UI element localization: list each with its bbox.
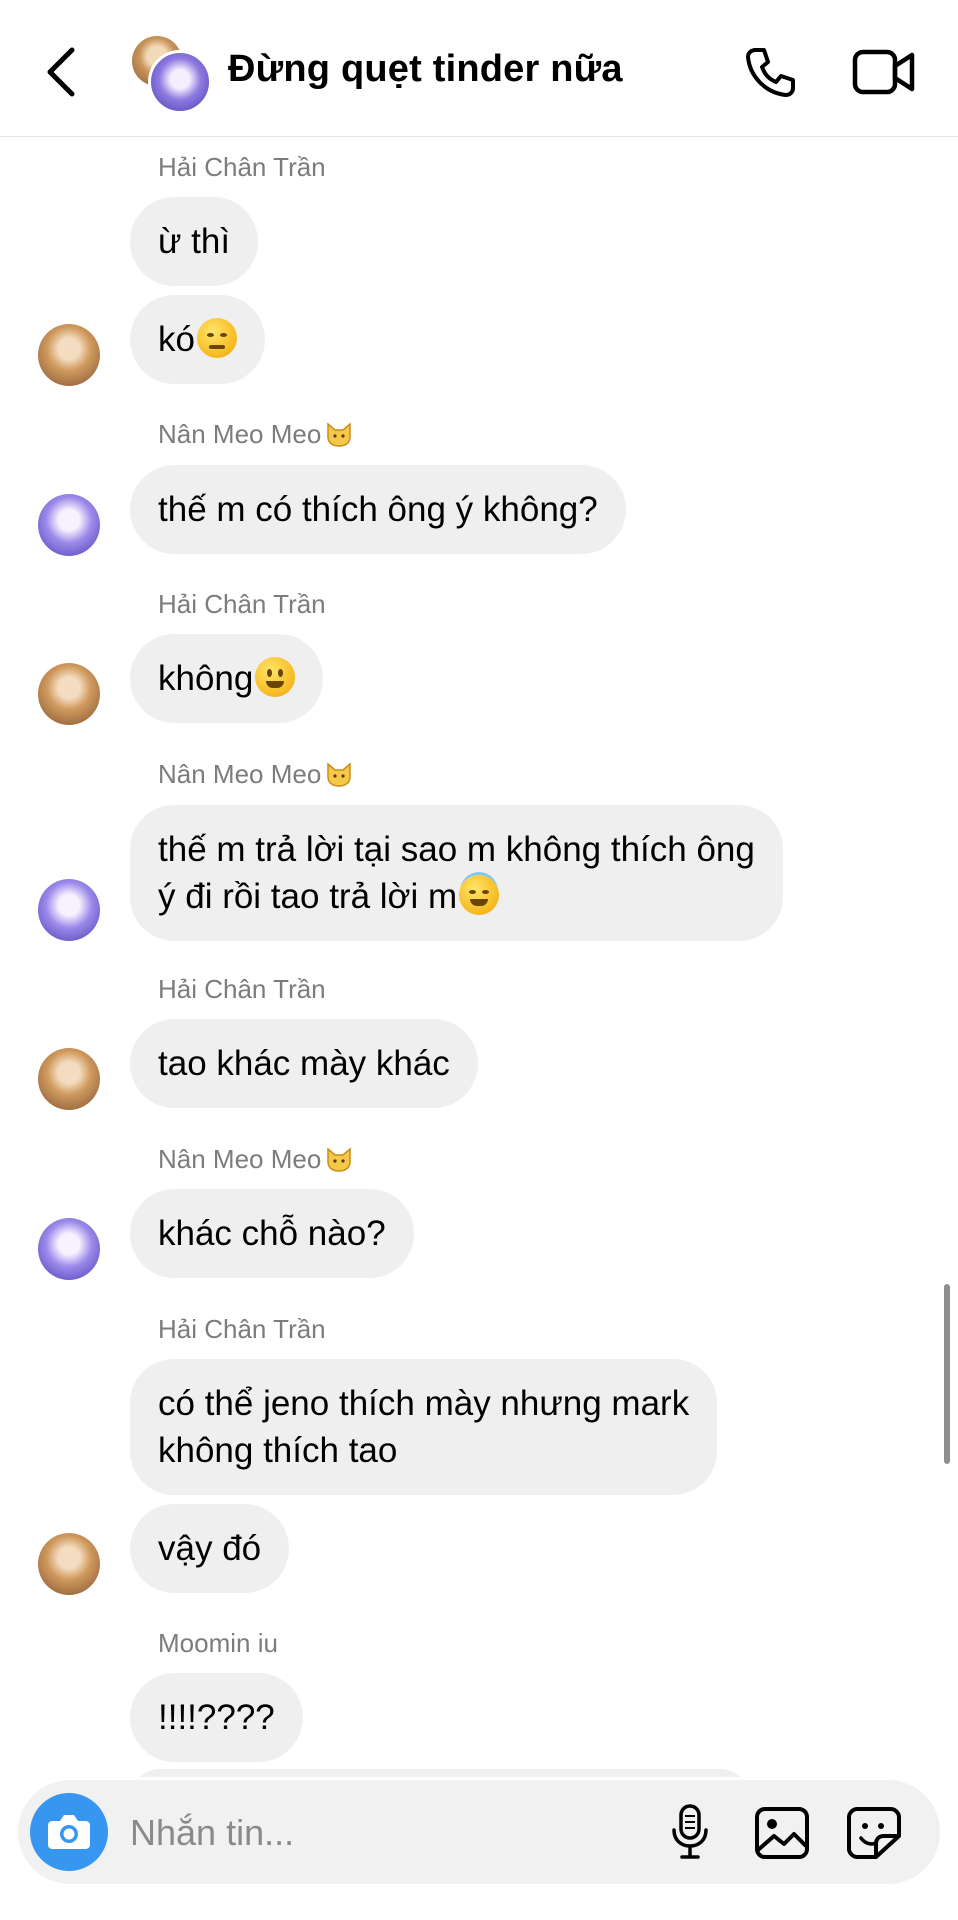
sender-name: Hải Chân Trần [158,974,326,1004]
cat-emoji [327,422,352,447]
message-text: khác chỗ nào? [158,1214,386,1253]
message-bubble[interactable]: thế m có thích ông ý không? [130,465,626,554]
message-text: không thích tao [158,1431,398,1470]
avatar[interactable] [38,494,100,556]
sender-name: Hải Chân Trần [158,1314,326,1344]
cat-emoji [327,1147,352,1172]
message-text: !!!!???? [158,1698,275,1737]
chat-header: Đừng quẹt tinder nữa [0,0,958,137]
gallery-button[interactable] [754,1806,810,1860]
scrollbar[interactable] [944,1284,950,1464]
message-text: không [158,659,254,698]
halo-emoji [459,875,500,915]
sender-name: Hải Chân Trần [158,589,326,619]
avatar[interactable] [38,1048,100,1110]
chat-title[interactable]: Đừng quẹt tinder nữa [228,48,623,91]
message-text: vậy đó [158,1529,262,1568]
avatar[interactable] [38,1218,100,1280]
message-text: thế m trả lời tại sao m không thích ông [158,830,755,869]
avatar[interactable] [38,324,100,386]
message-text: ừ thì [158,222,231,261]
message-bubble[interactable]: có thể jeno thích mày nhưng mark không th… [130,1359,718,1495]
camera-button[interactable] [30,1793,108,1871]
message-text: có thể jeno thích mày nhưng mark [158,1384,690,1423]
message-input[interactable] [128,1802,652,1864]
message-bubble[interactable]: không [130,634,324,723]
group-avatar[interactable] [128,34,212,114]
video-camera-icon [852,49,915,95]
voice-message-button[interactable] [668,1802,712,1862]
sender-name: Nân Meo Meo [158,759,353,790]
camera-icon [48,1815,90,1849]
gallery-icon [755,1807,809,1859]
message-bubble[interactable]: tao khác mày khác [130,1019,478,1108]
message-composer [18,1780,940,1884]
microphone-icon [672,1804,708,1859]
message-bubble-partial[interactable] [130,1769,750,1777]
message-bubble[interactable]: !!!!???? [130,1673,303,1762]
message-bubble[interactable]: khác chỗ nào? [130,1189,414,1278]
message-text: tao khác mày khác [158,1044,450,1083]
sticker-button[interactable] [846,1806,902,1860]
phone-icon [746,48,795,97]
message-text: thế m có thích ông ý không? [158,490,598,529]
message-thread: Hải Chân Trần ừ thì kó Nân Meo Meo thế m… [0,137,958,1777]
avatar[interactable] [38,1533,100,1595]
message-bubble[interactable]: ừ thì [130,197,259,286]
message-bubble[interactable]: kó [130,295,265,384]
back-button[interactable] [40,42,84,102]
message-bubble[interactable]: vậy đó [130,1504,290,1593]
video-call-button[interactable] [852,46,916,98]
back-arrow-icon [47,47,75,97]
sender-name: Nân Meo Meo [158,1144,353,1175]
message-text: kó [158,320,195,359]
sender-name: Nân Meo Meo [158,419,353,450]
member-avatar [148,50,212,114]
message-text: ý đi rồi tao trả lời m [158,873,755,920]
disappointed-emoji [196,318,237,358]
sender-name: Moomin iu [158,1628,278,1658]
sender-name: Hải Chân Trần [158,152,326,182]
smile-emoji [255,657,296,697]
message-bubble[interactable]: thế m trả lời tại sao m không thích ông ý… [130,805,783,941]
cat-emoji [327,762,352,787]
avatar[interactable] [38,663,100,725]
sticker-icon [847,1807,901,1859]
avatar[interactable] [38,879,100,941]
voice-call-button[interactable] [742,44,798,100]
